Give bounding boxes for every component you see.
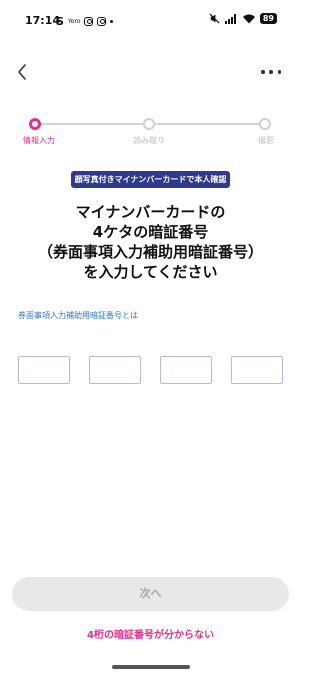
home-indicator[interactable] bbox=[112, 665, 190, 669]
step-connector bbox=[41, 123, 143, 125]
step-indicator-active bbox=[29, 118, 41, 130]
next-button[interactable]: 次へ bbox=[12, 577, 289, 611]
pin-digit-input-1[interactable] bbox=[18, 356, 70, 384]
title-line: マイナンバーカードの bbox=[75, 203, 226, 221]
forgot-pin-link[interactable]: 4桁の暗証番号が分からない bbox=[0, 626, 301, 641]
pin-input-group bbox=[18, 356, 284, 385]
more-button[interactable] bbox=[261, 64, 281, 80]
instagram-icon bbox=[97, 16, 107, 26]
status-bar: 17:14 S Yoro 89 bbox=[0, 0, 301, 42]
more-notifications-dot-icon bbox=[110, 19, 114, 23]
yoro-app-icon: Yoro bbox=[67, 17, 81, 25]
step-indicator bbox=[143, 118, 155, 130]
pin-digit-input-3[interactable] bbox=[160, 356, 212, 384]
verification-badge: 顔写真付きマイナンバーカードで本人確認 bbox=[71, 171, 230, 188]
title-line: （券面事項入力補助用暗証番号） bbox=[37, 243, 263, 261]
page-title: マイナンバーカードの 4ケタの暗証番号 （券面事項入力補助用暗証番号） を入力し… bbox=[0, 202, 301, 282]
signal-icon bbox=[224, 13, 236, 24]
progress-stepper: 情報入力 読み取り 撮影 bbox=[0, 116, 301, 146]
pin-digit-input-2[interactable] bbox=[89, 356, 141, 384]
battery-indicator: 89 bbox=[259, 13, 277, 24]
pin-digit-input-4[interactable] bbox=[231, 356, 283, 384]
step-label-photo: 撮影 bbox=[258, 136, 274, 145]
step-indicator bbox=[259, 118, 271, 130]
step-connector bbox=[155, 123, 260, 125]
instagram-icon bbox=[84, 16, 94, 26]
s-app-icon: S bbox=[56, 14, 64, 28]
step-label-read: 読み取り bbox=[133, 136, 165, 145]
step-label-input: 情報入力 bbox=[23, 136, 55, 145]
mute-icon bbox=[209, 13, 220, 24]
title-line: を入力してください bbox=[83, 263, 218, 281]
system-icons: 89 bbox=[209, 13, 277, 24]
wifi-icon bbox=[242, 14, 255, 23]
title-line: 4ケタの暗証番号 bbox=[92, 223, 209, 241]
chevron-left-icon bbox=[18, 64, 26, 80]
notification-icons: S Yoro bbox=[56, 14, 114, 28]
pin-help-link[interactable]: 券面事項入力補助用暗証番号とは bbox=[18, 310, 138, 321]
status-time: 17:14 bbox=[25, 14, 61, 27]
more-horizontal-icon bbox=[261, 70, 265, 74]
back-button[interactable] bbox=[13, 62, 33, 82]
